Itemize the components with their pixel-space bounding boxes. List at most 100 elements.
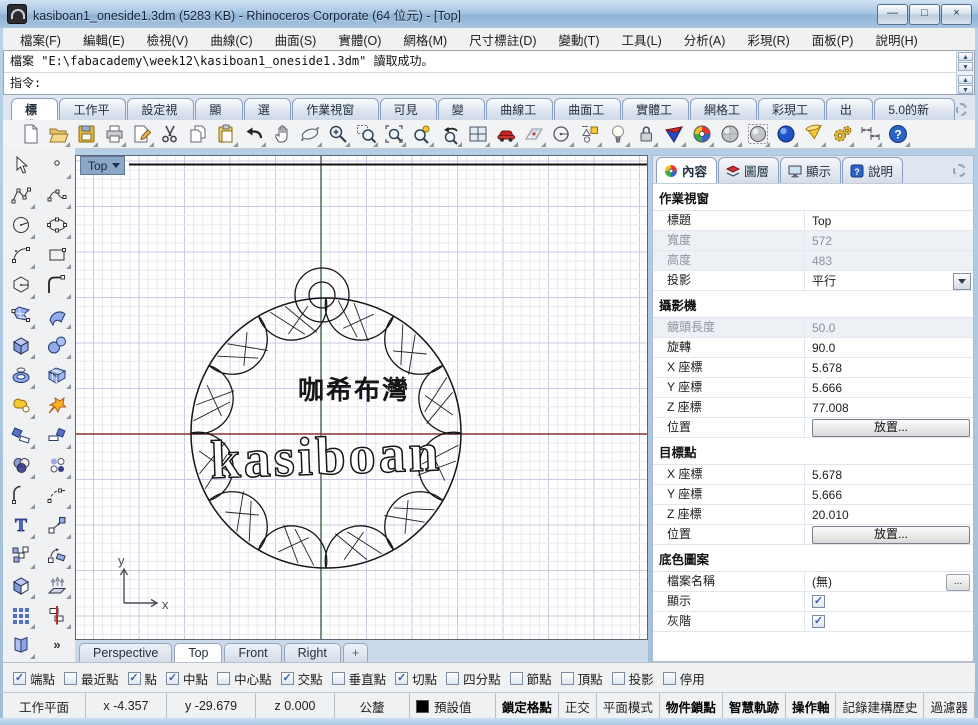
- zoom-undo-icon[interactable]: [437, 122, 462, 147]
- cplane-cell[interactable]: 工作平面: [3, 693, 86, 719]
- osnap-end[interactable]: ✓ 端點: [13, 669, 55, 688]
- prop-value[interactable]: 平行: [805, 271, 973, 290]
- menu-file[interactable]: 檔案(F): [9, 28, 72, 51]
- show-checkbox[interactable]: ✓: [812, 595, 825, 608]
- cplane-icon[interactable]: [521, 122, 546, 147]
- polyline-icon[interactable]: [8, 182, 35, 209]
- shaded-selected-icon[interactable]: [745, 122, 770, 147]
- box-icon[interactable]: [8, 332, 35, 359]
- explode-icon[interactable]: [44, 392, 71, 419]
- undo-icon[interactable]: [241, 122, 266, 147]
- circle-center-icon[interactable]: [549, 122, 574, 147]
- fillet-curve-icon[interactable]: [8, 482, 35, 509]
- rounded-corner-icon[interactable]: [44, 272, 71, 299]
- export-annotate-icon[interactable]: [129, 122, 154, 147]
- blend-curve-icon[interactable]: [44, 482, 71, 509]
- trim-icon[interactable]: [8, 422, 35, 449]
- ortho-toggle[interactable]: 正交: [559, 693, 597, 719]
- rotate-view-icon[interactable]: [297, 122, 322, 147]
- osnap-end-checkbox[interactable]: ✓: [13, 671, 26, 685]
- text-icon[interactable]: T: [8, 512, 35, 539]
- osnap-project[interactable]: 投影: [611, 669, 654, 688]
- extrude-icon[interactable]: [44, 572, 71, 599]
- circle-icon[interactable]: [8, 212, 35, 239]
- maximize-button[interactable]: □: [909, 3, 940, 25]
- rhino-app-icon[interactable]: [7, 4, 27, 24]
- zoom-window-icon[interactable]: [353, 122, 378, 147]
- history-toggle[interactable]: 記錄建構歷史: [836, 693, 925, 719]
- toolbar-tab-viewport-layout[interactable]: 作業視窗配置: [292, 98, 379, 133]
- split-icon[interactable]: [44, 422, 71, 449]
- grayscale-checkbox[interactable]: ✓: [812, 615, 825, 628]
- menu-tools[interactable]: 工具(L): [610, 28, 672, 51]
- prop-value[interactable]: 20.010: [805, 505, 973, 524]
- menu-curve[interactable]: 曲線(C): [199, 28, 263, 51]
- zoom-extents-icon[interactable]: [381, 122, 406, 147]
- osnap-toggle[interactable]: 物件鎖點: [660, 693, 723, 719]
- osnap-perpendicular-checkbox[interactable]: [331, 671, 345, 685]
- scroll-up-icon[interactable]: ▲: [958, 52, 973, 61]
- rendered-sphere-icon[interactable]: [773, 122, 798, 147]
- cut-icon[interactable]: [157, 122, 182, 147]
- panel-tab-help[interactable]: ? 說明: [842, 157, 904, 183]
- toolbar-tab-standard[interactable]: 標準: [11, 98, 59, 133]
- toolbar-tab-cplanes[interactable]: 工作平面: [59, 98, 127, 133]
- save-icon[interactable]: [73, 122, 98, 147]
- viewport-menu-arrow-icon[interactable]: [112, 163, 121, 168]
- osnap-project-checkbox[interactable]: [611, 671, 625, 685]
- toolbar-tab-visibility[interactable]: 可見性: [379, 98, 437, 133]
- toolbar-tab-select[interactable]: 選取: [243, 98, 292, 133]
- menu-view[interactable]: 檢視(V): [136, 28, 200, 51]
- prop-value[interactable]: 77.008: [805, 398, 973, 417]
- command-scrollbar[interactable]: ▲ ▼ ▲ ▼: [956, 51, 974, 94]
- pan-icon[interactable]: [269, 122, 294, 147]
- rectangle-icon[interactable]: [44, 242, 71, 269]
- toolbar-tab-render-tools[interactable]: 彩現工具: [757, 98, 825, 133]
- dimension-icon[interactable]: [857, 122, 882, 147]
- point-icon[interactable]: [44, 152, 71, 179]
- menu-render[interactable]: 彩現(R): [736, 28, 800, 51]
- prop-value[interactable]: 5.666: [805, 378, 973, 397]
- prompt-down-icon[interactable]: ▼: [958, 85, 973, 94]
- osnap-near-checkbox[interactable]: [64, 671, 78, 685]
- help-icon[interactable]: ?: [885, 122, 910, 147]
- prompt-up-icon[interactable]: ▲: [958, 75, 973, 84]
- copy-array-icon[interactable]: [8, 542, 35, 569]
- camera-place-button[interactable]: 放置...: [812, 418, 970, 437]
- zoom-selected-icon[interactable]: [409, 122, 434, 147]
- osnap-intersection-checkbox[interactable]: ✓: [280, 671, 294, 685]
- osnap-mid-checkbox[interactable]: ✓: [166, 671, 180, 685]
- lock-icon[interactable]: [633, 122, 658, 147]
- units-cell[interactable]: 公釐: [335, 693, 410, 719]
- options-gears-icon[interactable]: [829, 122, 854, 147]
- solid-edit-icon[interactable]: [8, 572, 35, 599]
- menu-analyze[interactable]: 分析(A): [673, 28, 737, 51]
- section-icon[interactable]: [44, 602, 71, 629]
- osnap-disable[interactable]: 停用: [662, 669, 705, 688]
- mesh-surface-icon[interactable]: [44, 362, 71, 389]
- viewport-title-label[interactable]: Top: [80, 156, 126, 175]
- menu-help[interactable]: 說明(H): [864, 28, 928, 51]
- osnap-near[interactable]: 最近點: [64, 669, 119, 688]
- grid-snap-toggle[interactable]: 鎖定格點: [496, 693, 559, 719]
- osnap-quadrant[interactable]: 四分點: [446, 669, 501, 688]
- surface-ribbon-icon[interactable]: [8, 632, 35, 659]
- panel-tab-properties[interactable]: 內容: [656, 157, 718, 183]
- osnap-vertex-checkbox[interactable]: [560, 671, 574, 685]
- viewport-tab-front[interactable]: Front: [224, 643, 282, 662]
- print-icon[interactable]: [101, 122, 126, 147]
- current-layer-cell[interactable]: 預設值: [410, 693, 496, 719]
- viewport-tab-perspective[interactable]: Perspective: [79, 643, 173, 662]
- panel-tab-layers[interactable]: 圖層: [718, 157, 780, 183]
- prop-value[interactable]: Top: [805, 211, 973, 230]
- viewport-canvas[interactable]: 咖希布灣 kasiboan y x: [76, 156, 647, 639]
- osnap-center[interactable]: 中心點: [217, 669, 272, 688]
- boolean-dots-icon[interactable]: [44, 452, 71, 479]
- osnap-tangent-checkbox[interactable]: ✓: [395, 671, 409, 685]
- interpolate-curve-icon[interactable]: [44, 182, 71, 209]
- osnap-vertex[interactable]: 頂點: [560, 669, 603, 688]
- shaded-sphere-icon[interactable]: [717, 122, 742, 147]
- viewport-tab-right[interactable]: Right: [283, 643, 341, 662]
- menu-dimension[interactable]: 尺寸標註(D): [458, 28, 547, 51]
- menu-mesh[interactable]: 網格(M): [392, 28, 458, 51]
